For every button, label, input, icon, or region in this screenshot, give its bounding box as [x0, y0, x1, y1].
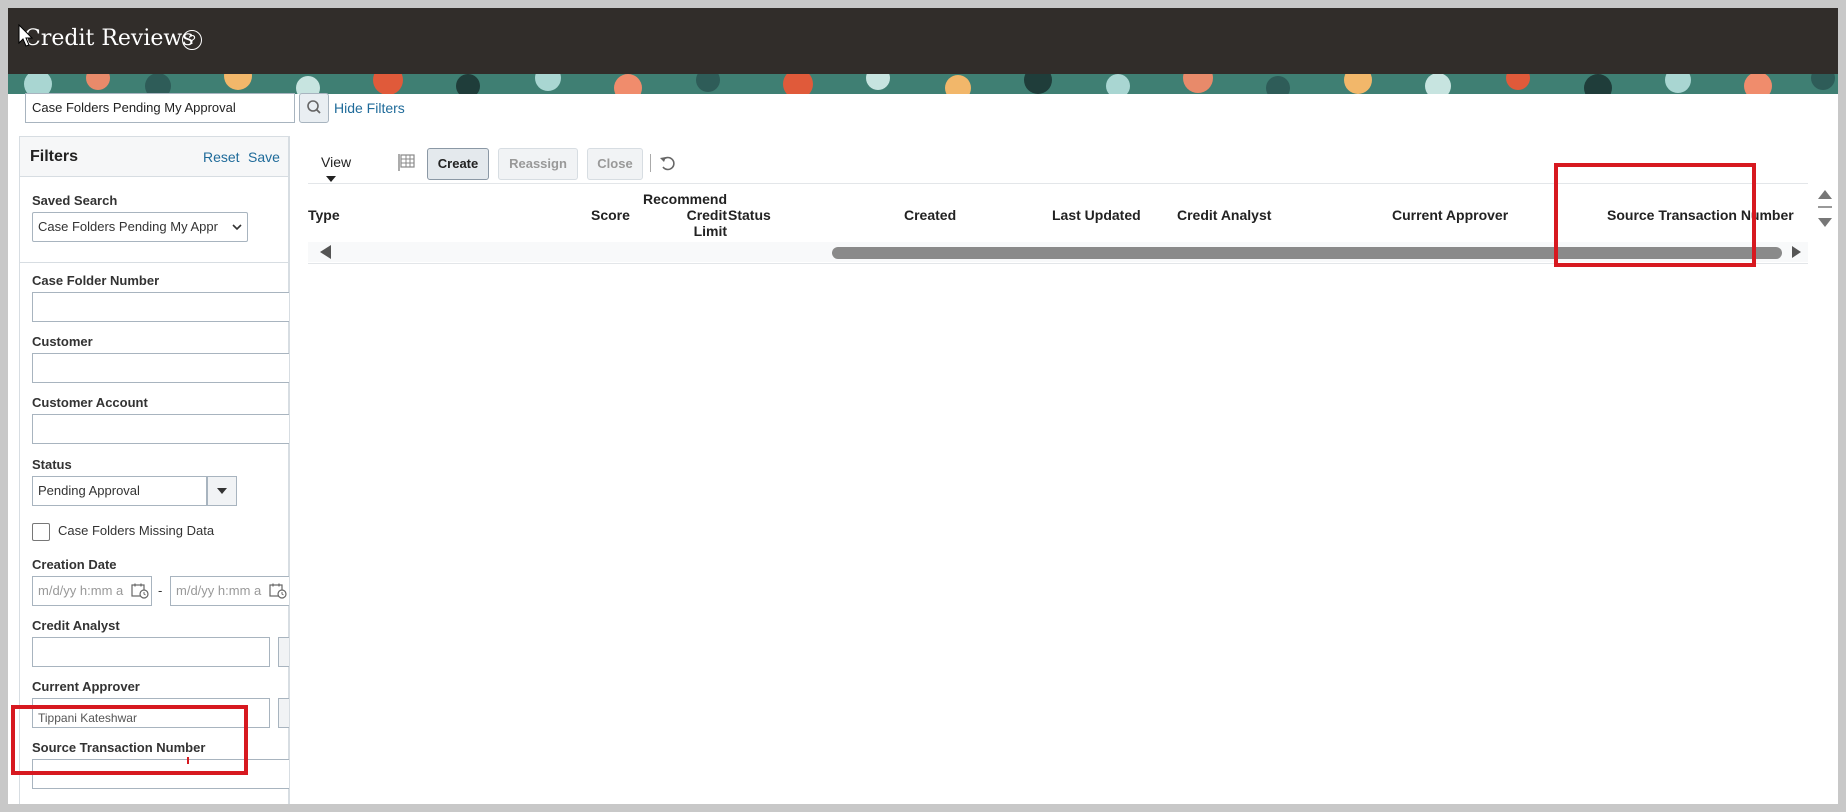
creation-date-label: Creation Date	[32, 557, 117, 572]
help-icon[interactable]: ?	[182, 30, 202, 50]
customer-label: Customer	[32, 334, 93, 349]
calendar-icon[interactable]	[131, 583, 149, 599]
saved-search-label: Saved Search	[32, 193, 118, 208]
page-header: Credit Reviews ?	[8, 8, 1838, 74]
page-title: Credit Reviews	[24, 26, 194, 51]
date-to-placeholder: m/d/yy h:mm a	[176, 583, 262, 598]
customer-account-label: Customer Account	[32, 395, 148, 410]
search-button[interactable]	[299, 93, 329, 123]
decorative-banner	[8, 74, 1838, 94]
customer-input[interactable]	[32, 353, 290, 383]
column-header-recommended-line1: Recommend	[643, 191, 728, 207]
toolbar-separator	[650, 154, 651, 172]
scroll-up-icon[interactable]	[1818, 190, 1832, 199]
filters-panel: Filters Reset Save Saved Search Case Fol…	[19, 136, 290, 804]
column-header-recommended-credit-limit[interactable]: Recommend Credit Limit	[643, 191, 727, 239]
filters-divider	[20, 262, 288, 263]
status-select[interactable]: Pending Approval	[32, 476, 207, 506]
date-from-placeholder: m/d/yy h:mm a	[38, 583, 124, 598]
current-approver-label: Current Approver	[32, 679, 140, 694]
credit-analyst-label: Credit Analyst	[32, 618, 120, 633]
text-caret	[187, 757, 189, 764]
filters-title: Filters	[30, 148, 79, 165]
highlight-box-filter-field	[11, 705, 248, 775]
mouse-cursor-icon	[18, 24, 34, 47]
chevron-down-icon	[232, 224, 242, 231]
triangle-down-icon	[326, 176, 336, 182]
missing-data-label: Case Folders Missing Data	[58, 523, 215, 538]
create-button[interactable]: Create	[427, 148, 489, 180]
creation-date-from-input[interactable]: m/d/yy h:mm a	[32, 576, 152, 606]
close-button[interactable]: Close	[587, 148, 643, 180]
panel-divider	[289, 136, 290, 804]
status-label: Status	[32, 457, 72, 472]
column-header-credit-analyst[interactable]: Credit Analyst	[1177, 207, 1271, 223]
freeze-columns-icon[interactable]	[397, 152, 417, 172]
column-header-last-updated[interactable]: Last Updated	[1052, 207, 1141, 223]
calendar-icon[interactable]	[269, 583, 287, 599]
date-separator: -	[158, 583, 163, 598]
saved-search-select[interactable]: Case Folders Pending My Appr	[32, 212, 248, 242]
column-header-score[interactable]: Score	[591, 207, 630, 223]
reassign-button[interactable]: Reassign	[498, 148, 578, 180]
view-menu-button[interactable]: View	[321, 154, 351, 186]
highlight-box-column-header	[1554, 163, 1756, 267]
column-header-current-approver[interactable]: Current Approver	[1392, 207, 1508, 223]
hide-filters-link[interactable]: Hide Filters	[334, 100, 405, 116]
column-header-recommended-line2: Credit	[686, 207, 728, 223]
creation-date-to-input[interactable]: m/d/yy h:mm a	[170, 576, 290, 606]
search-icon	[307, 100, 321, 114]
column-header-created[interactable]: Created	[904, 207, 956, 223]
case-folder-number-label: Case Folder Number	[32, 273, 160, 288]
filters-header: Filters Reset Save	[20, 137, 288, 177]
reset-link[interactable]: Reset	[203, 149, 240, 165]
credit-analyst-input[interactable]	[32, 637, 270, 667]
scroll-left-icon[interactable]	[320, 245, 331, 259]
app-frame: Credit Reviews ? Case Folders Pending My…	[8, 8, 1838, 804]
refresh-icon[interactable]	[658, 153, 678, 173]
saved-search-field[interactable]: Case Folders Pending My Approval	[25, 93, 295, 123]
saved-search-value: Case Folders Pending My Appr	[38, 219, 218, 234]
view-menu-label: View	[321, 154, 352, 170]
triangle-down-icon	[217, 488, 227, 494]
vertical-scroll-thumb[interactable]	[1818, 206, 1832, 208]
save-link[interactable]: Save	[248, 149, 280, 165]
case-folder-number-input[interactable]	[32, 292, 290, 322]
column-header-type[interactable]: Type	[308, 207, 340, 223]
missing-data-checkbox[interactable]	[32, 523, 50, 541]
status-dropdown-button[interactable]	[207, 476, 237, 506]
scroll-down-icon[interactable]	[1818, 218, 1832, 227]
scroll-right-icon[interactable]	[1792, 246, 1801, 258]
customer-account-input[interactable]	[32, 414, 290, 444]
column-header-recommended-line3: Limit	[693, 223, 728, 239]
column-header-status[interactable]: Status	[728, 207, 771, 223]
